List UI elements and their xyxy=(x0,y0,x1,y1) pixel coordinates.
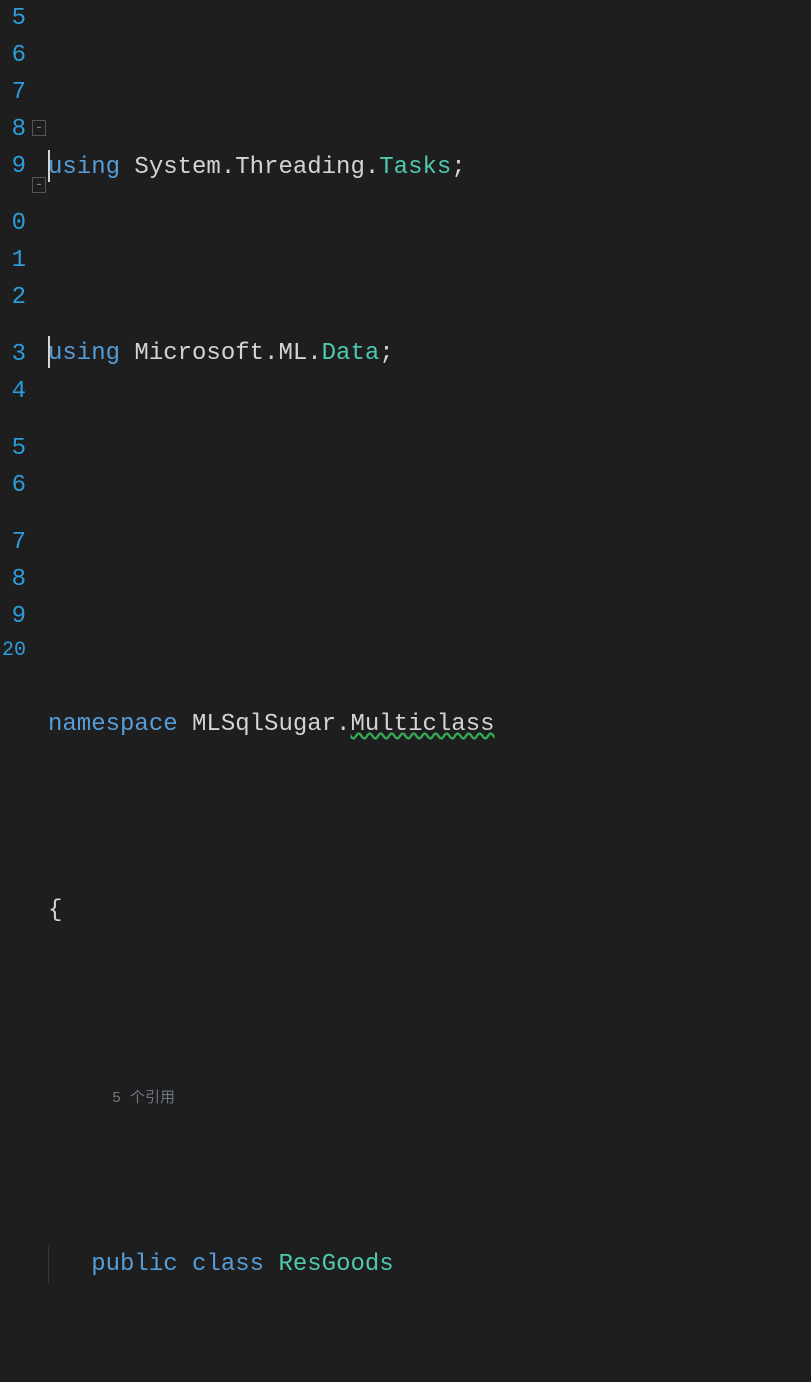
line-number: 8 xyxy=(0,561,26,598)
fold-column: - - xyxy=(32,0,48,691)
line-number: 5 xyxy=(0,430,26,467)
namespace-name-warning: Multiclass xyxy=(350,711,494,738)
type-name: Tasks xyxy=(379,154,451,181)
fold-toggle-icon[interactable]: - xyxy=(32,120,46,136)
line-number: 9 xyxy=(0,598,26,635)
line-number: 7 xyxy=(0,74,26,111)
keyword-class: class xyxy=(192,1251,264,1278)
code-line[interactable]: using Microsoft.ML.Data; xyxy=(48,335,811,372)
fold-toggle-icon[interactable]: - xyxy=(32,177,46,193)
line-number: 8 xyxy=(0,111,26,148)
line-number: 9 xyxy=(0,148,26,185)
line-number: 6 xyxy=(0,37,26,74)
line-number: 1 xyxy=(0,242,26,279)
codelens-references[interactable]: 5 个引用 xyxy=(112,1090,175,1107)
code-line[interactable]: public class ResGoods xyxy=(48,1246,811,1283)
namespace-path: System.Threading. xyxy=(134,154,379,181)
line-number: 4 xyxy=(0,373,26,410)
code-line[interactable] xyxy=(48,520,811,557)
line-number: 2 xyxy=(0,279,26,316)
line-number: 7 xyxy=(0,524,26,561)
code-line[interactable]: namespace MLSqlSugar.Multiclass xyxy=(48,706,811,743)
namespace-name: MLSqlSugar. xyxy=(192,711,350,738)
code-line[interactable]: { xyxy=(48,892,811,929)
line-number: 0 xyxy=(0,205,26,242)
line-number: 20 xyxy=(0,635,26,645)
line-number: 6 xyxy=(0,467,26,504)
codelens-row: 5 个引用 xyxy=(48,1078,811,1098)
line-number-gutter: 5 6 7 8 9 0 1 2 3 4 5 6 7 8 9 20 xyxy=(0,0,32,691)
code-line[interactable]: using System.Threading.Tasks; xyxy=(48,149,811,186)
code-editor[interactable]: using System.Threading.Tasks; using Micr… xyxy=(48,0,811,691)
keyword-using: using xyxy=(48,154,120,181)
line-number: 5 xyxy=(0,0,26,37)
keyword-public: public xyxy=(91,1251,177,1278)
brace-open: { xyxy=(48,897,62,924)
semicolon: ; xyxy=(379,340,393,367)
class-name: ResGoods xyxy=(278,1251,393,1278)
type-name: Data xyxy=(322,340,380,367)
namespace-path: Microsoft.ML. xyxy=(134,340,321,367)
keyword-using: using xyxy=(48,340,120,367)
line-number: 3 xyxy=(0,336,26,373)
semicolon: ; xyxy=(451,154,465,181)
keyword-namespace: namespace xyxy=(48,711,178,738)
